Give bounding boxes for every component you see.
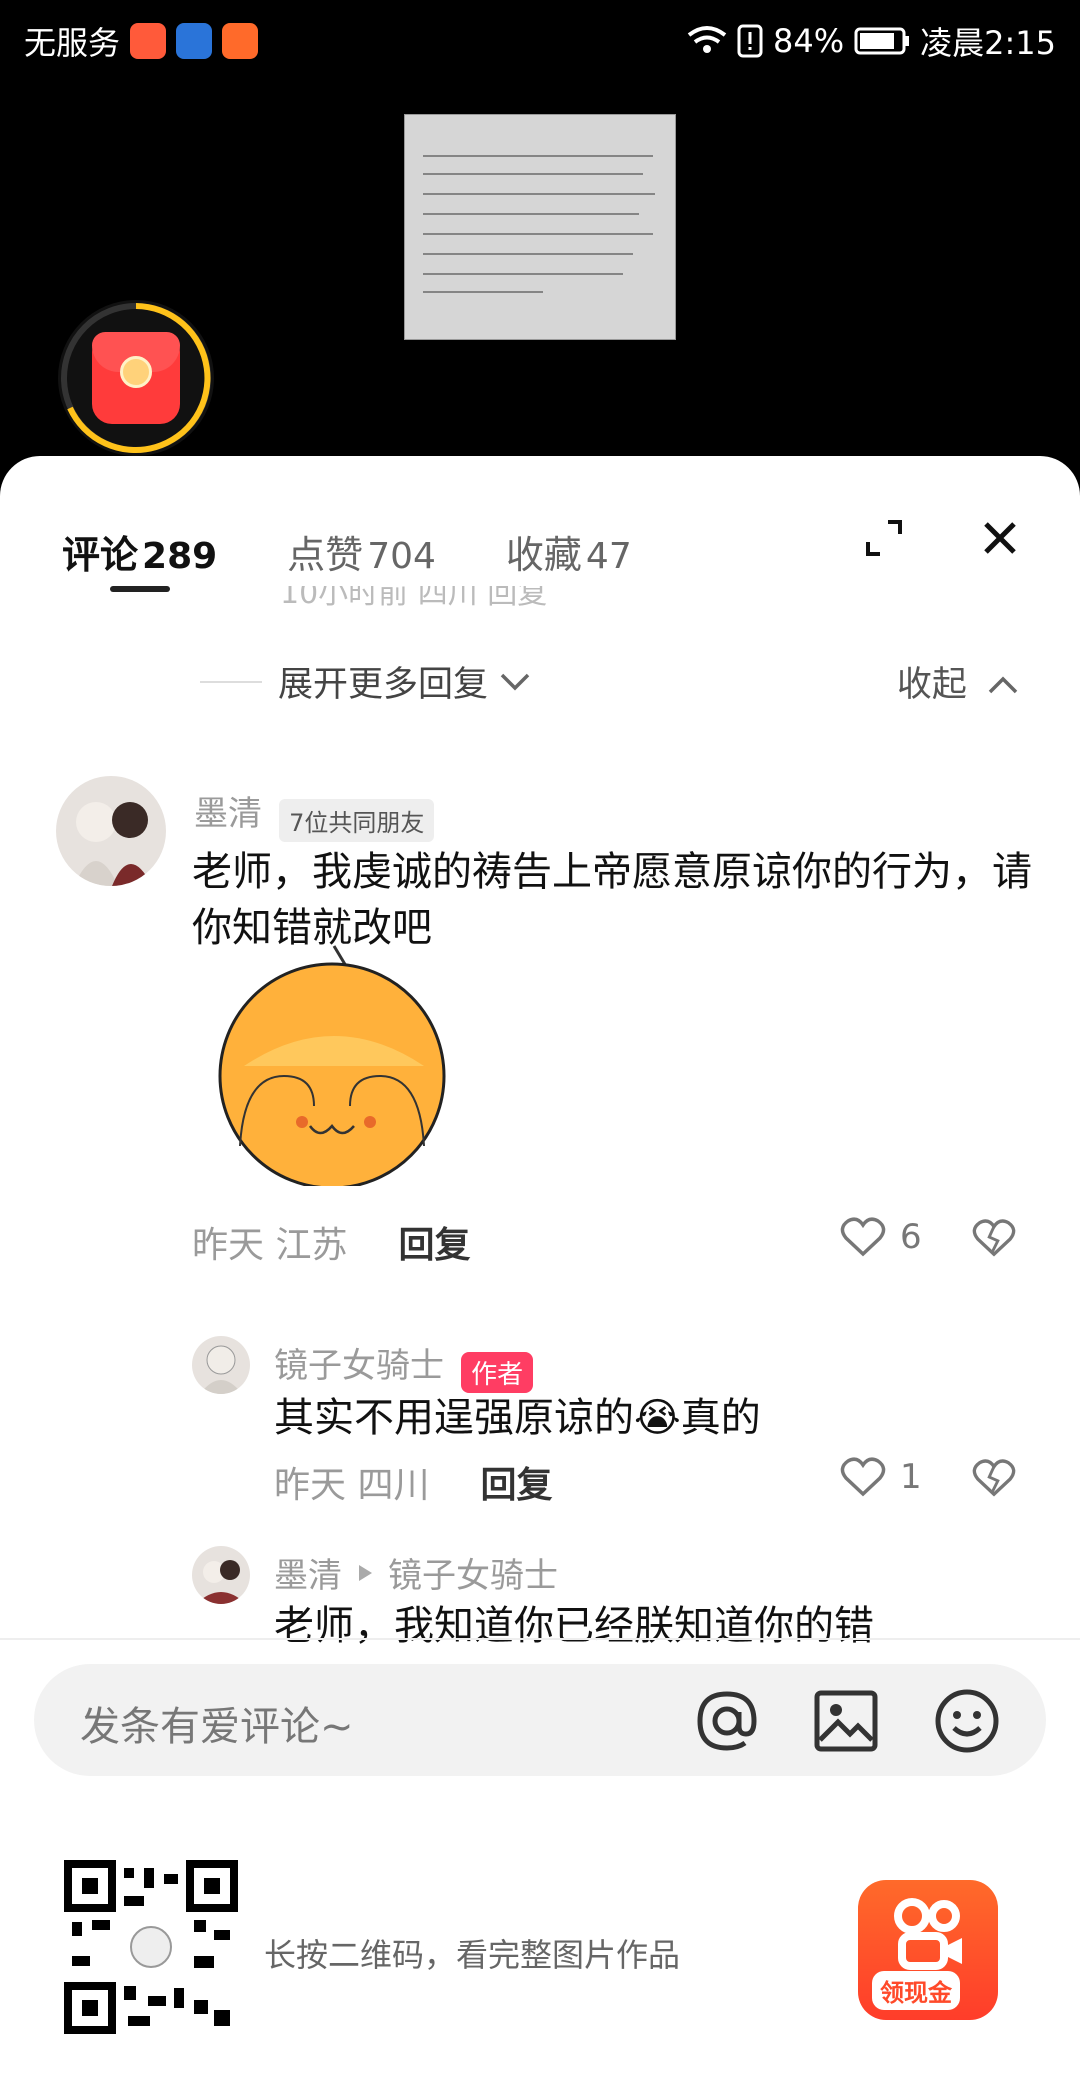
like-button[interactable]: 1 (840, 1456, 922, 1498)
sticker-emoji[interactable] (214, 926, 454, 1186)
avatar[interactable] (192, 1336, 250, 1394)
camera-logo-icon (894, 1898, 962, 1970)
kuaishou-app-icon[interactable]: 领现金 (858, 1880, 998, 2020)
expand-more-replies[interactable]: 展开更多回复 (200, 656, 532, 707)
comment-input[interactable]: 发条有爱评论~ (34, 1664, 1046, 1776)
reply-text-clip: 老师，我知道你已经朕知道你的错 (274, 1598, 1034, 1648)
avatar[interactable] (192, 1546, 250, 1604)
qr-hint: 长按二维码，看完整图片作品 (264, 1936, 681, 1974)
like-count: 6 (900, 1217, 922, 1257)
wifi-icon (687, 26, 727, 53)
app-notification-icon (130, 23, 167, 59)
comment-header: 墨清 7位共同朋友 (194, 786, 435, 842)
reply-button[interactable]: 回复 (481, 1465, 553, 1506)
app-label: 领现金 (872, 1971, 960, 2010)
mutual-friends-badge: 7位共同朋友 (279, 799, 435, 842)
reply-text: 老师，我知道你已经朕知道你的错 (274, 1603, 874, 1648)
heart-icon (840, 1457, 886, 1497)
dislike-icon[interactable] (972, 1456, 1016, 1500)
partial-previous-reply: 10小时前 四川 回复 (280, 586, 548, 610)
photo-thumbnail[interactable] (404, 114, 676, 340)
author-badge: 作者 (461, 1352, 534, 1393)
expand-icon[interactable] (862, 516, 906, 560)
time-location: 昨天 江苏 (192, 1225, 348, 1266)
tab-likes[interactable]: 点赞 704 (287, 524, 436, 579)
reply-header: 墨清 镜子女骑士 (274, 1548, 558, 1597)
avatar[interactable] (56, 776, 166, 886)
time-location: 昨天 四川 (274, 1465, 430, 1506)
collapse-replies[interactable]: 收起 (897, 656, 1020, 707)
clock-text: 凌晨2:15 (920, 24, 1056, 62)
kuaishou-notification-icon (222, 23, 259, 59)
carrier-text: 无服务 (24, 24, 121, 62)
chevron-down-icon (500, 673, 530, 690)
active-tab-indicator (110, 586, 170, 592)
qr-code[interactable] (64, 1860, 238, 2034)
reply-meta: 昨天 四川 回复 (274, 1456, 553, 1508)
chevron-up-icon (988, 676, 1018, 694)
heart-icon (840, 1217, 886, 1257)
status-bar: 无服务 84% 凌晨2:15 (0, 0, 1080, 76)
red-packet-button[interactable] (58, 300, 214, 456)
reply-to-username[interactable]: 镜子女骑士 (388, 1548, 558, 1597)
shield-icon (176, 23, 213, 59)
image-icon[interactable] (814, 1690, 878, 1752)
mention-icon[interactable] (694, 1688, 760, 1754)
sim-alert-icon (737, 24, 763, 58)
username[interactable]: 墨清 (274, 1548, 342, 1597)
tab-favorites[interactable]: 收藏 47 (506, 524, 632, 579)
reply-arrow-icon (359, 1564, 372, 1581)
status-left: 无服务 (24, 18, 259, 64)
dislike-icon[interactable] (972, 1216, 1016, 1260)
username[interactable]: 镜子女骑士 (274, 1346, 444, 1386)
emoji-icon[interactable] (934, 1688, 1000, 1754)
status-right: 84% 凌晨2:15 (687, 18, 1056, 64)
username[interactable]: 墨清 (194, 794, 262, 834)
comment-meta: 昨天 江苏 回复 (192, 1216, 471, 1268)
like-button[interactable]: 6 (840, 1216, 922, 1258)
reply-button[interactable]: 回复 (399, 1225, 471, 1266)
battery-icon (854, 27, 910, 55)
like-count: 1 (900, 1457, 922, 1497)
comment-placeholder: 发条有爱评论~ (80, 1704, 354, 1750)
reply-header: 镜子女骑士 作者 (274, 1338, 534, 1393)
tab-comments[interactable]: 评论 289 (62, 524, 217, 579)
red-envelope-icon (92, 332, 180, 424)
battery-percent: 84% (773, 22, 845, 60)
close-icon[interactable] (976, 514, 1024, 562)
reply-text: 其实不用逞强原谅的😭真的 (274, 1395, 761, 1441)
divider (0, 1638, 1080, 1640)
